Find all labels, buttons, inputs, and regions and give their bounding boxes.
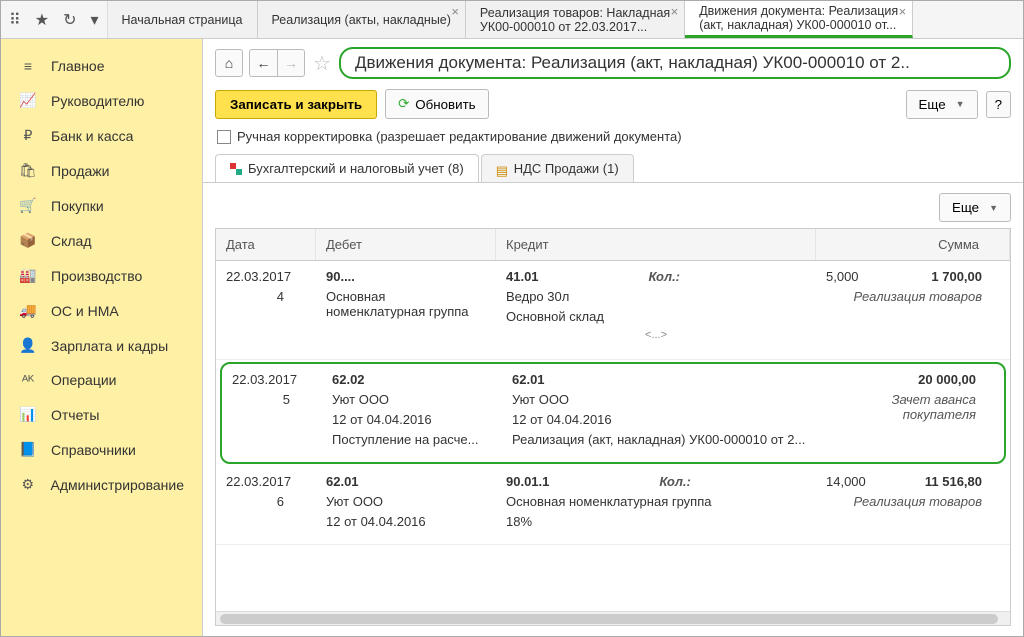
sidebar-label: Производство	[51, 268, 142, 284]
more-button[interactable]: Еще▼	[906, 90, 978, 119]
star-icon[interactable]: ★	[35, 10, 49, 30]
favorite-icon[interactable]: ☆	[313, 51, 331, 76]
sidebar-label: Склад	[51, 233, 92, 249]
debit-credit-icon	[230, 163, 242, 175]
sidebar-label: ОС и НМА	[51, 303, 119, 319]
sidebar-icon: ₽	[19, 127, 37, 144]
sidebar-item-1[interactable]: 📈 Руководителю	[1, 83, 202, 118]
sidebar-item-3[interactable]: 🛍 Продажи	[1, 153, 202, 188]
register-tabs: Бухгалтерский и налоговый учет (8)▤НДС П…	[203, 154, 1023, 183]
help-button[interactable]: ?	[986, 91, 1011, 118]
sidebar-icon: 👤	[19, 337, 37, 354]
sidebar-icon: 📈	[19, 92, 37, 109]
h-scrollbar[interactable]	[216, 611, 1010, 625]
back-button[interactable]: ←	[249, 49, 277, 77]
tab-close-icon[interactable]: ×	[671, 4, 679, 19]
sidebar-item-10[interactable]: 📊 Отчеты	[1, 397, 202, 432]
col-date[interactable]: Дата	[216, 229, 316, 260]
nav-back-forward: ← →	[249, 49, 305, 77]
sidebar-item-11[interactable]: 📘 Справочники	[1, 432, 202, 467]
sidebar-item-5[interactable]: 📦 Склад	[1, 223, 202, 258]
sidebar-label: Главное	[51, 58, 105, 74]
sidebar-icon: 🚚	[19, 302, 37, 319]
tab-close-icon[interactable]: ×	[451, 4, 459, 19]
window-tabs: Начальная страницаРеализация (акты, накл…	[108, 1, 1024, 38]
forward-button[interactable]: →	[277, 49, 305, 77]
entry-row[interactable]: 22.03.2017490....Основная номенклатурная…	[216, 261, 1010, 360]
sidebar-icon: 🏭	[19, 267, 37, 284]
sidebar-icon: ⚙	[19, 476, 37, 493]
sidebar-icon: 🛒	[19, 197, 37, 214]
save-close-button[interactable]: Записать и закрыть	[215, 90, 377, 119]
menu-dropdown-icon[interactable]: ▾	[90, 10, 98, 30]
register-tab-1[interactable]: ▤НДС Продажи (1)	[481, 154, 634, 182]
entry-row[interactable]: 22.03.2017662.01Уют ООО12 от 04.04.20169…	[216, 466, 1010, 545]
sidebar-icon: 🛍	[19, 162, 37, 179]
sidebar-icon: 📘	[19, 441, 37, 458]
top-toolbar: ⠿ ★ ↻ ▾ Начальная страницаРеализация (ак…	[1, 1, 1023, 39]
refresh-icon: ⟳	[398, 96, 409, 112]
col-credit[interactable]: Кредит	[496, 229, 816, 260]
col-debit[interactable]: Дебет	[316, 229, 496, 260]
window-tab-3[interactable]: Движения документа: Реализация(акт, накл…	[685, 1, 913, 38]
sidebar-item-6[interactable]: 🏭 Производство	[1, 258, 202, 293]
grid-body[interactable]: 22.03.2017490....Основная номенклатурная…	[216, 261, 1010, 611]
sidebar-label: Руководителю	[51, 93, 144, 109]
apps-icon[interactable]: ⠿	[9, 10, 21, 30]
sidebar-icon: ≡	[19, 58, 37, 74]
entry-row[interactable]: 22.03.2017562.02Уют ООО12 от 04.04.2016П…	[220, 362, 1006, 464]
sidebar-item-9[interactable]: ᴬᴷ Операции	[1, 363, 202, 397]
tab-close-icon[interactable]: ×	[899, 4, 907, 19]
sidebar-icon: ᴬᴷ	[19, 372, 37, 388]
sidebar-icon: 📊	[19, 406, 37, 423]
manual-edit-checkbox[interactable]	[217, 130, 231, 144]
sidebar-item-7[interactable]: 🚚 ОС и НМА	[1, 293, 202, 328]
sidebar-label: Администрирование	[51, 477, 185, 493]
entries-grid: Дата Дебет Кредит Сумма 22.03.2017490...…	[215, 228, 1011, 626]
sidebar-item-8[interactable]: 👤 Зарплата и кадры	[1, 328, 202, 363]
page-title: Движения документа: Реализация (акт, нак…	[339, 47, 1011, 79]
history-icon[interactable]: ↻	[63, 10, 76, 30]
sidebar-item-2[interactable]: ₽ Банк и касса	[1, 118, 202, 153]
sidebar-label: Отчеты	[51, 407, 99, 423]
window-tab-0[interactable]: Начальная страница	[108, 1, 258, 38]
topbar-icon-group: ⠿ ★ ↻ ▾	[1, 1, 108, 38]
col-sum[interactable]: Сумма	[816, 229, 1010, 260]
grid-header: Дата Дебет Кредит Сумма	[216, 229, 1010, 261]
grid-more-button[interactable]: Еще▼	[939, 193, 1011, 222]
nav-sidebar: ≡ Главное 📈 Руководителю ₽ Банк и касса 🛍 Прода…	[1, 39, 203, 636]
sidebar-icon: 📦	[19, 232, 37, 249]
sidebar-label: Операции	[51, 372, 117, 388]
document-icon: ▤	[496, 163, 508, 175]
manual-edit-label: Ручная корректировка (разрешает редактир…	[237, 129, 682, 144]
sidebar-label: Справочники	[51, 442, 136, 458]
sidebar-label: Банк и касса	[51, 128, 133, 144]
sidebar-item-12[interactable]: ⚙ Администрирование	[1, 467, 202, 502]
main-panel: ⌂ ← → ☆ Движения документа: Реализация (…	[203, 39, 1023, 636]
sidebar-item-0[interactable]: ≡ Главное	[1, 49, 202, 83]
refresh-button[interactable]: ⟳Обновить	[385, 89, 489, 119]
sidebar-label: Покупки	[51, 198, 104, 214]
register-tab-0[interactable]: Бухгалтерский и налоговый учет (8)	[215, 154, 479, 182]
window-tab-2[interactable]: Реализация товаров: НакладнаяУК00-000010…	[466, 1, 685, 38]
sidebar-item-4[interactable]: 🛒 Покупки	[1, 188, 202, 223]
sidebar-label: Зарплата и кадры	[51, 338, 168, 354]
window-tab-1[interactable]: Реализация (акты, накладные)×	[258, 1, 466, 38]
sidebar-label: Продажи	[51, 163, 109, 179]
home-button[interactable]: ⌂	[215, 49, 243, 77]
